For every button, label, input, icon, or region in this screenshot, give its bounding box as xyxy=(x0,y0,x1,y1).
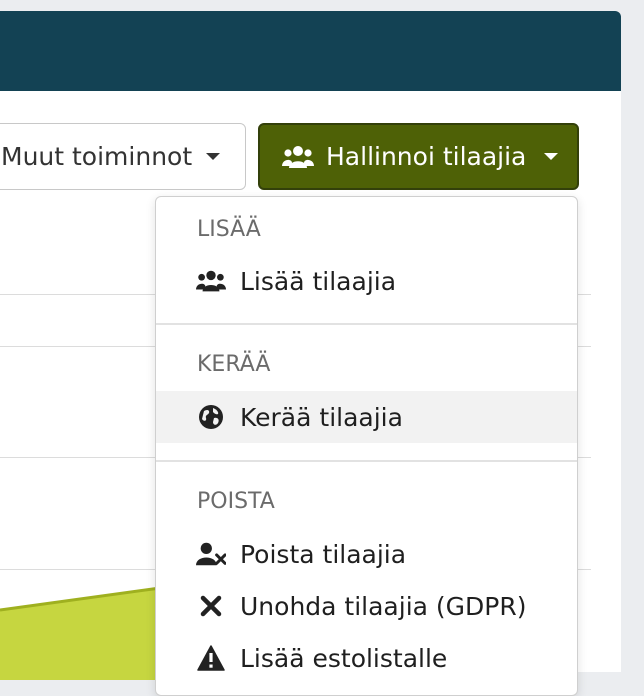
menu-section-header-collect: KERÄÄ xyxy=(197,352,271,377)
users-icon xyxy=(196,266,226,296)
menu-item-forget-subscribers-gdpr[interactable]: Unohda tilaajia (GDPR) xyxy=(156,580,577,632)
menu-section-header-remove: POISTA xyxy=(197,489,275,514)
menu-item-label: Unohda tilaajia (GDPR) xyxy=(240,591,527,621)
manage-subscribers-button[interactable]: Hallinnoi tilaajia xyxy=(258,123,579,190)
menu-divider xyxy=(156,460,577,462)
manage-subscribers-dropdown: LISÄÄ Lisää tilaajia KERÄÄ Kerää tilaaji… xyxy=(155,196,578,696)
menu-item-label: Lisää estolistalle xyxy=(240,643,448,673)
menu-item-label: Kerää tilaajia xyxy=(240,402,403,432)
menu-item-collect-subscribers[interactable]: Kerää tilaajia xyxy=(156,391,577,443)
menu-divider xyxy=(156,323,577,325)
manage-subscribers-label: Hallinnoi tilaajia xyxy=(326,142,527,171)
other-actions-button[interactable]: Muut toiminnot xyxy=(0,123,246,190)
other-actions-label: Muut toiminnot xyxy=(1,142,193,171)
user-remove-icon xyxy=(196,539,226,569)
menu-item-label: Lisää tilaajia xyxy=(240,266,397,296)
menu-section-header-add: LISÄÄ xyxy=(197,217,261,242)
globe-icon xyxy=(196,402,226,432)
close-icon xyxy=(196,591,226,621)
caret-down-icon xyxy=(206,153,221,160)
caret-down-icon xyxy=(544,153,559,160)
warning-icon xyxy=(196,643,226,673)
users-icon xyxy=(282,144,314,170)
menu-item-add-to-blocklist[interactable]: Lisää estolistalle xyxy=(156,632,577,684)
top-header-bar xyxy=(0,11,621,91)
menu-item-remove-subscribers[interactable]: Poista tilaajia xyxy=(156,528,577,580)
menu-item-label: Poista tilaajia xyxy=(240,539,407,569)
menu-item-add-subscribers[interactable]: Lisää tilaajia xyxy=(156,255,577,307)
